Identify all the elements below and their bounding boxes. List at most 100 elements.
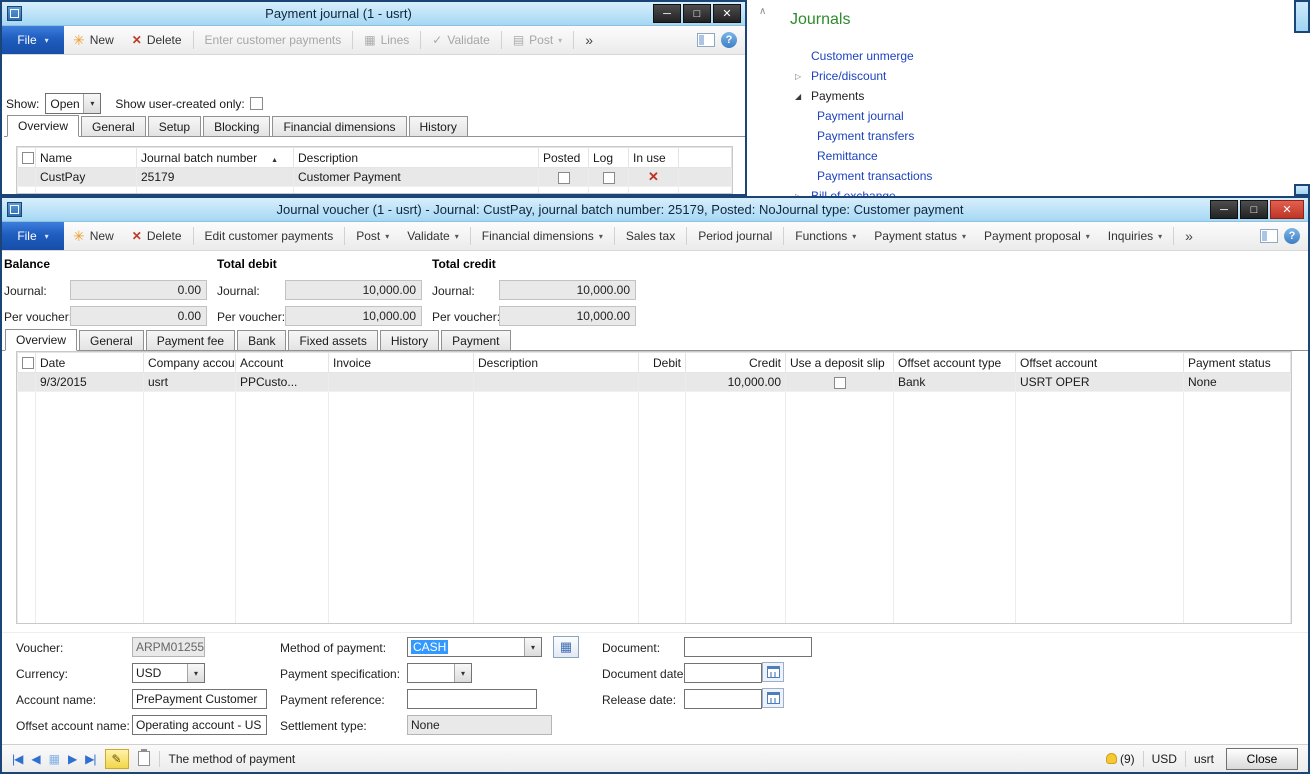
validate-button[interactable]: ✓Validate (423, 26, 499, 54)
posted-checkbox[interactable] (558, 172, 570, 184)
payment-reference-field[interactable] (407, 689, 537, 709)
column-header-description[interactable]: Description (474, 353, 639, 373)
currency-indicator[interactable]: USD (1152, 752, 1177, 766)
minimize-button[interactable]: ─ (653, 4, 681, 23)
log-checkbox[interactable] (603, 172, 615, 184)
new-button[interactable]: ✳New (64, 222, 123, 250)
select-all-cell[interactable] (18, 148, 36, 168)
lines-button[interactable]: ▦Lines (355, 26, 418, 54)
column-header-debit[interactable]: Debit (639, 353, 686, 373)
tab-history[interactable]: History (409, 116, 468, 136)
journal-voucher-titlebar[interactable]: Journal voucher (1 - usrt) - Journal: Cu… (2, 198, 1308, 222)
first-record-button[interactable]: |◀ (12, 752, 22, 766)
last-record-button[interactable]: ▶| (85, 752, 95, 766)
column-header-offset-account[interactable]: Offset account (1016, 353, 1184, 373)
tab-general[interactable]: General (79, 330, 144, 350)
tree-item-payment-transactions[interactable]: Payment transactions (749, 166, 1294, 186)
journal-row-custpay[interactable]: CustPay 25179 Customer Payment ✕ (18, 168, 732, 187)
voucher-row[interactable]: 9/3/2015 usrt PPCusto... 10,000.00 Bank … (18, 373, 1291, 392)
row-selector-cell[interactable] (18, 168, 36, 187)
tab-payment-fee[interactable]: Payment fee (146, 330, 235, 350)
deposit-slip-checkbox[interactable] (834, 377, 846, 389)
tab-blocking[interactable]: Blocking (203, 116, 270, 136)
minimize-button[interactable]: ─ (1210, 200, 1238, 219)
account-name-field[interactable]: PrePayment Customer (132, 689, 267, 709)
column-header-in-use[interactable]: In use (629, 148, 679, 168)
select-all-checkbox[interactable] (22, 152, 34, 164)
toolbar-overflow-button[interactable]: » (576, 26, 602, 54)
tab-history[interactable]: History (380, 330, 439, 350)
attachment-icon[interactable] (138, 751, 150, 766)
tab-bank[interactable]: Bank (237, 330, 286, 350)
sales-tax-button[interactable]: Sales tax (617, 222, 684, 250)
column-header-description[interactable]: Description (294, 148, 539, 168)
tree-expanded-icon[interactable]: ◢ (795, 92, 811, 101)
toolbar-overflow-button[interactable]: » (1176, 222, 1202, 250)
tree-item-bill-of-exchange[interactable]: ▷Bill of exchange (749, 186, 1294, 196)
tab-general[interactable]: General (81, 116, 146, 136)
payment-journal-titlebar[interactable]: Payment journal (1 - usrt) ─ □ ✕ (2, 2, 745, 26)
column-header-invoice[interactable]: Invoice (329, 353, 474, 373)
tab-overview[interactable]: Overview (7, 115, 79, 137)
tree-item-payments[interactable]: ◢Payments (749, 86, 1294, 106)
tree-collapsed-icon[interactable]: ▷ (795, 72, 811, 81)
tree-item-payment-journal[interactable]: Payment journal (749, 106, 1294, 126)
column-header-payment-status[interactable]: Payment status (1184, 353, 1291, 373)
select-all-cell[interactable] (18, 353, 36, 373)
edit-customer-payments-button[interactable]: Edit customer payments (196, 222, 343, 250)
payment-specification-select[interactable]: ▾ (407, 663, 472, 683)
method-of-payment-lookup-button[interactable]: ▦ (553, 636, 579, 658)
help-icon[interactable]: ? (721, 32, 737, 48)
column-header-date[interactable]: Date (36, 353, 144, 373)
column-header-account[interactable]: Account (236, 353, 329, 373)
offset-account-name-field[interactable]: Operating account - US (132, 715, 267, 735)
document-date-field[interactable] (684, 663, 762, 683)
document-field[interactable] (684, 637, 812, 657)
next-record-button[interactable]: ▶ (68, 752, 76, 766)
payment-proposal-menu-button[interactable]: Payment proposal▾ (975, 222, 1099, 250)
close-form-button[interactable]: Close (1226, 748, 1298, 770)
file-menu-button[interactable]: File▾ (2, 222, 64, 250)
layout-pane-icon[interactable] (697, 33, 715, 47)
show-filter-select[interactable]: Open ▾ (45, 93, 101, 114)
user-created-checkbox[interactable] (250, 97, 263, 110)
notifications-button[interactable]: (9) (1106, 752, 1135, 766)
layout-pane-icon[interactable] (1260, 229, 1278, 243)
maximize-button[interactable]: □ (1240, 200, 1268, 219)
column-header-company-accounts[interactable]: Company accounts (144, 353, 236, 373)
financial-dimensions-menu-button[interactable]: Financial dimensions▾ (473, 222, 612, 250)
inquiries-menu-button[interactable]: Inquiries▾ (1099, 222, 1171, 250)
column-header-credit[interactable]: Credit (686, 353, 786, 373)
tab-financial-dimensions[interactable]: Financial dimensions (272, 116, 406, 136)
grid-view-button[interactable]: ▦ (49, 752, 59, 766)
delete-button[interactable]: ✕Delete (123, 26, 191, 54)
column-header-posted[interactable]: Posted (539, 148, 589, 168)
tab-overview[interactable]: Overview (5, 329, 77, 351)
column-header-log[interactable]: Log (589, 148, 629, 168)
enter-customer-payments-button[interactable]: Enter customer payments (196, 26, 351, 54)
tree-item-remittance[interactable]: Remittance (749, 146, 1294, 166)
currency-select[interactable]: USD▾ (132, 663, 205, 683)
tree-item-payment-transfers[interactable]: Payment transfers (749, 126, 1294, 146)
tree-item-customer-unmerge[interactable]: Customer unmerge (749, 46, 1294, 66)
close-button[interactable]: ✕ (713, 4, 741, 23)
column-header-offset-account-type[interactable]: Offset account type (894, 353, 1016, 373)
release-date-field[interactable] (684, 689, 762, 709)
maximize-button[interactable]: □ (683, 4, 711, 23)
help-icon[interactable]: ? (1284, 228, 1300, 244)
column-header-use-a-deposit-slip[interactable]: Use a deposit slip (786, 353, 894, 373)
validate-menu-button[interactable]: Validate▾ (398, 222, 468, 250)
new-button[interactable]: ✳New (64, 26, 123, 54)
post-button[interactable]: ▤Post▾ (504, 26, 571, 54)
column-header-journal-batch-number[interactable]: Journal batch number▲ (137, 148, 294, 168)
close-button[interactable]: ✕ (1270, 200, 1304, 219)
payment-status-menu-button[interactable]: Payment status▾ (865, 222, 975, 250)
file-menu-button[interactable]: File▾ (2, 26, 64, 54)
column-header-name[interactable]: Name (36, 148, 137, 168)
select-all-checkbox[interactable] (22, 357, 34, 369)
edit-record-button[interactable]: ✎ (105, 749, 129, 769)
functions-menu-button[interactable]: Functions▾ (786, 222, 865, 250)
period-journal-button[interactable]: Period journal (689, 222, 781, 250)
row-selector-cell[interactable] (18, 373, 36, 392)
tab-payment[interactable]: Payment (441, 330, 510, 350)
